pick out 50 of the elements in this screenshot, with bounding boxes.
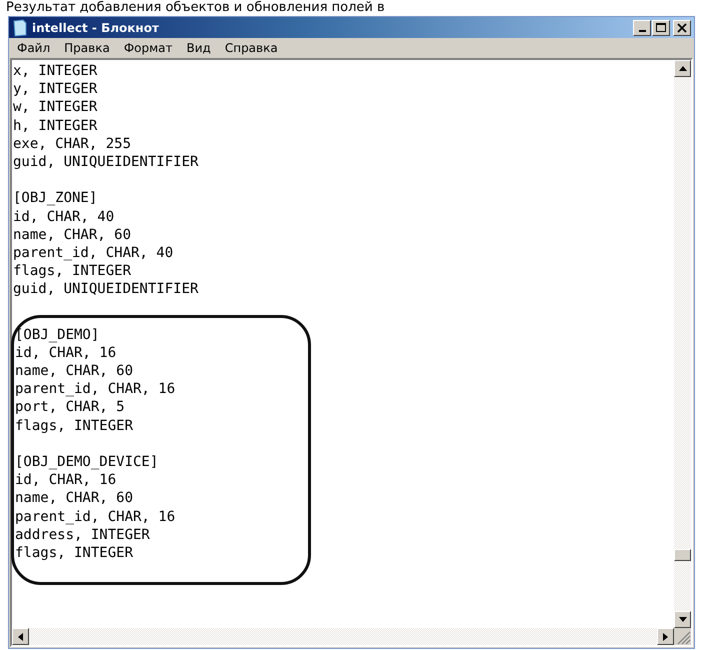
- text-line: id, CHAR, 40: [13, 208, 116, 226]
- text-line: name, CHAR, 60: [13, 226, 132, 244]
- caption-text: Результат добавления объектов и обновления полей в: [5, 0, 385, 16]
- notepad-icon: [12, 18, 28, 36]
- text-line: id, CHAR, 16: [15, 471, 118, 490]
- left-arrow-icon: [18, 632, 23, 640]
- text-line: flags, INTEGER: [13, 262, 132, 280]
- scroll-left-button[interactable]: [12, 628, 29, 645]
- minimize-button[interactable]: [633, 20, 651, 36]
- text-line: parent_id, CHAR, 16: [15, 380, 176, 398]
- text-line: name, CHAR, 60: [15, 489, 134, 508]
- text-line: w, INTEGER: [13, 98, 98, 117]
- text-line: name, CHAR, 60: [15, 362, 134, 380]
- right-arrow-icon: [663, 632, 668, 640]
- text-line: parent_id, CHAR, 40: [13, 244, 174, 262]
- vertical-scrollbar[interactable]: [674, 60, 691, 628]
- maximize-button[interactable]: [652, 20, 670, 36]
- text-line: y, INTEGER: [13, 80, 98, 98]
- text-line: exe, CHAR, 255: [13, 134, 132, 154]
- close-button[interactable]: [673, 20, 691, 36]
- up-arrow-icon: [678, 66, 686, 71]
- menu-item[interactable]: Файл: [17, 41, 50, 55]
- text-line: port, CHAR, 5: [15, 398, 126, 417]
- text-line: [OBJ_DEMO]: [15, 326, 100, 344]
- scroll-thumb[interactable]: [674, 549, 691, 561]
- down-arrow-icon: [678, 617, 686, 622]
- text-line: h, INTEGER: [13, 116, 98, 135]
- menu-item[interactable]: Формат: [124, 41, 173, 55]
- text-line: x, INTEGER: [13, 62, 98, 80]
- maximize-icon: [656, 22, 666, 32]
- text-line: address, INTEGER: [15, 526, 151, 544]
- scroll-down-button[interactable]: [674, 611, 691, 628]
- text-line: flags, INTEGER: [15, 544, 134, 562]
- text-line: parent_id, CHAR, 16: [15, 508, 176, 526]
- minimize-icon: [638, 30, 646, 32]
- scroll-right-button[interactable]: [657, 628, 674, 645]
- resize-grip-icon[interactable]: [674, 628, 691, 645]
- text-line: flags, INTEGER: [15, 416, 134, 435]
- menu-item[interactable]: Справка: [224, 41, 278, 55]
- text-line: guid, UNIQUEIDENTIFIER: [13, 280, 200, 299]
- window-title: intellect - Блокнот: [32, 20, 160, 34]
- menu-item[interactable]: Правка: [64, 41, 110, 55]
- close-icon: [677, 22, 687, 32]
- text-line: id, CHAR, 16: [15, 344, 118, 362]
- horizontal-scrollbar[interactable]: [12, 628, 674, 645]
- text-line: [OBJ_ZONE]: [13, 189, 98, 208]
- text-line: [OBJ_DEMO_DEVICE]: [15, 453, 160, 472]
- text-line: guid, UNIQUEIDENTIFIER: [13, 153, 200, 172]
- menu-item[interactable]: Вид: [186, 41, 211, 55]
- scroll-up-button[interactable]: [674, 60, 691, 77]
